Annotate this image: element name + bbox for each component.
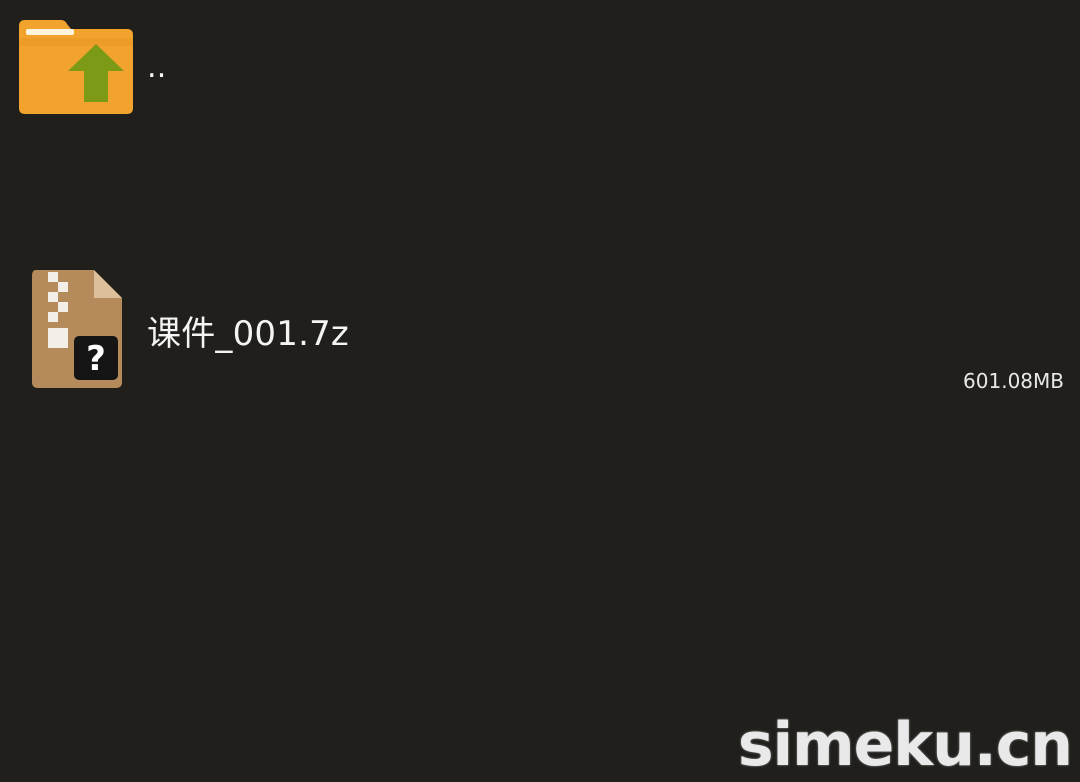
file-size: 601.08MB <box>963 369 1064 393</box>
parent-directory-row[interactable]: .. <box>0 0 1080 128</box>
archive-unknown-icon: ? <box>32 270 122 388</box>
svg-text:?: ? <box>86 339 106 379</box>
file-name: 课件_001.7z <box>147 314 349 354</box>
parent-directory-label: .. <box>147 50 167 85</box>
file-row[interactable]: ? 课件_001.7z 601.08MB <box>0 128 1080 393</box>
file-manager-screen: .. ? 课件_001.7z 601.08MB simeku.cn <box>0 0 1080 782</box>
site-watermark: simeku.cn <box>737 710 1073 780</box>
folder-up-icon <box>19 20 133 114</box>
file-list: .. ? 课件_001.7z 601.08MB <box>0 0 1080 393</box>
